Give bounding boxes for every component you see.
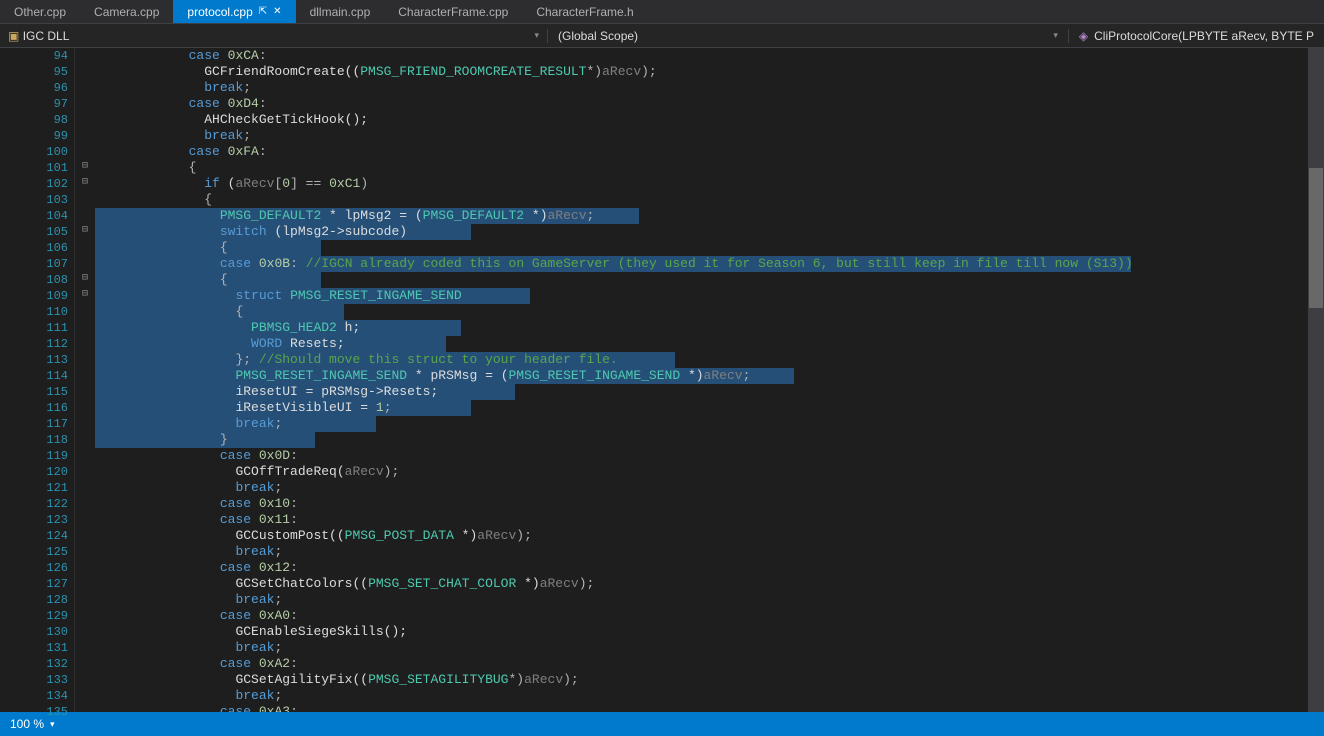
fold-gutter[interactable]: ⊟⊟⊟⊟⊟: [75, 48, 95, 712]
vertical-scrollbar[interactable]: [1308, 48, 1324, 712]
zoom-level[interactable]: 100 %: [10, 717, 44, 731]
pin-icon[interactable]: ⇱: [259, 6, 267, 17]
tab-camera-cpp[interactable]: Camera.cpp: [80, 0, 173, 23]
tab-other-cpp[interactable]: Other.cpp: [0, 0, 80, 23]
line-number-gutter: 9495969798991001011021031041051061071081…: [0, 48, 75, 712]
project-dropdown[interactable]: ▣ IGC DLL ▾: [0, 29, 548, 43]
navigation-bar: ▣ IGC DLL ▾ (Global Scope) ▾ ◈ CliProtoc…: [0, 24, 1324, 48]
zoom-dropdown-icon[interactable]: ▾: [50, 719, 55, 730]
tab-bar: Other.cpp Camera.cpp protocol.cpp ⇱ ✕ dl…: [0, 0, 1324, 24]
chevron-down-icon: ▾: [534, 30, 539, 41]
scope-dropdown[interactable]: (Global Scope) ▾: [548, 29, 1069, 43]
tab-protocol-cpp[interactable]: protocol.cpp ⇱ ✕: [173, 0, 295, 23]
close-icon[interactable]: ✕: [273, 6, 281, 17]
status-bar: 100 % ▾: [0, 712, 1324, 736]
code-editor[interactable]: 9495969798991001011021031041051061071081…: [0, 48, 1324, 712]
tab-characterframe-cpp[interactable]: CharacterFrame.cpp: [384, 0, 522, 23]
tab-dllmain-cpp[interactable]: dllmain.cpp: [296, 0, 385, 23]
function-dropdown[interactable]: ◈ CliProtocolCore(LPBYTE aRecv, BYTE P: [1069, 29, 1324, 43]
project-icon: ▣: [8, 29, 19, 43]
scroll-thumb[interactable]: [1309, 168, 1323, 308]
method-icon: ◈: [1079, 29, 1088, 43]
code-content[interactable]: case 0xCA: GCFriendRoomCreate((PMSG_FRIE…: [95, 48, 1324, 712]
tab-characterframe-h[interactable]: CharacterFrame.h: [522, 0, 647, 23]
chevron-down-icon: ▾: [1053, 30, 1058, 41]
